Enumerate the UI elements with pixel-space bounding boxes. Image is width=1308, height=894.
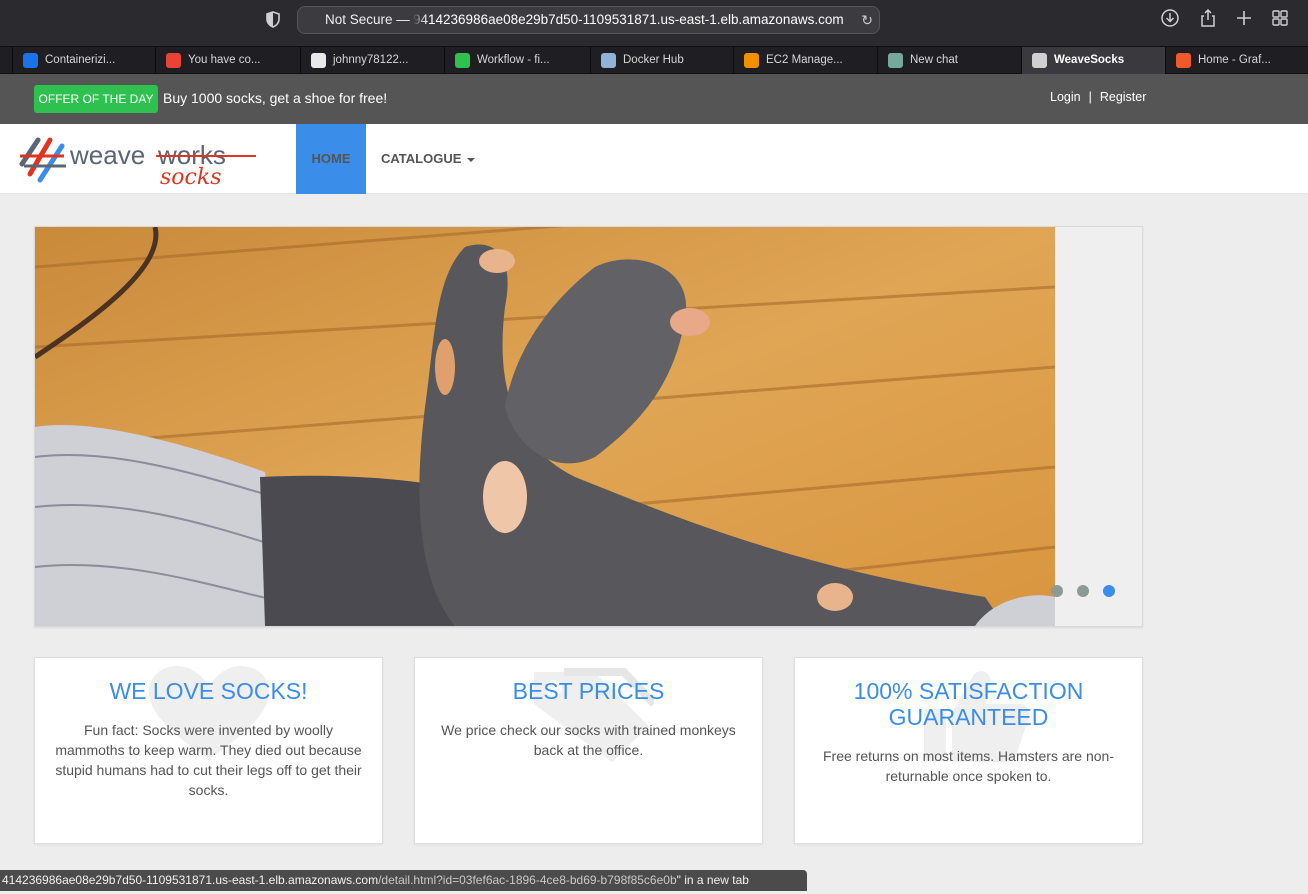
feature-text: Free returns on most items. Hamsters are… xyxy=(823,748,1114,784)
tab-favicon-icon xyxy=(166,53,181,68)
tab-favicon-icon xyxy=(23,53,38,68)
tab-favicon-icon xyxy=(1032,53,1047,68)
browser-toolbar: Not Secure — 9414236986ae08e29b7d50-1109… xyxy=(0,0,1308,46)
feature-text: Fun fact: Socks were invented by woolly … xyxy=(55,722,362,798)
browser-tab[interactable]: New chat xyxy=(877,47,1021,74)
tab-label: You have co... xyxy=(188,54,261,66)
register-link[interactable]: Register xyxy=(1100,90,1147,104)
security-label: Not Secure — xyxy=(325,12,410,27)
hero-carousel xyxy=(34,226,1143,627)
feature-title: BEST PRICES xyxy=(512,678,665,704)
carousel-dot[interactable] xyxy=(1103,585,1115,597)
download-icon[interactable] xyxy=(1158,8,1182,32)
feature-box-love-socks: WE LOVE SOCKS! Fun fact: Socks were inve… xyxy=(34,657,383,844)
tab-label: EC2 Manage... xyxy=(766,54,843,66)
privacy-shield-icon[interactable] xyxy=(266,11,280,28)
tab-favicon-icon xyxy=(744,53,759,68)
offer-of-the-day-button[interactable]: OFFER OF THE DAY xyxy=(34,85,158,113)
feature-box-best-prices: BEST PRICES We price check our socks wit… xyxy=(414,657,763,844)
status-suffix: " in a new tab xyxy=(676,873,749,887)
tab-bar: Containerizi... You have co... johnny78122… xyxy=(0,46,1308,74)
reload-icon[interactable]: ↻ xyxy=(861,7,873,33)
browser-tab[interactable]: Docker Hub xyxy=(590,47,733,74)
hero-image-worn-socks[interactable] xyxy=(35,227,1055,626)
offer-bar: OFFER OF THE DAY Buy 1000 socks, get a s… xyxy=(0,74,1308,124)
nav-home-tab[interactable]: HOME xyxy=(296,124,366,194)
account-links: Login | Register xyxy=(1050,90,1146,104)
browser-tab[interactable]: Containerizi... xyxy=(12,47,155,74)
tab-favicon-icon xyxy=(601,53,616,68)
browser-tab[interactable]: Home - Graf... xyxy=(1165,47,1308,74)
link-status-bar: 414236986ae08e29b7d50-1109531871.us-east… xyxy=(0,870,807,891)
offer-text: Buy 1000 socks, get a shoe for free! xyxy=(163,90,388,106)
carousel-dot[interactable] xyxy=(1051,585,1063,597)
carousel-dot[interactable] xyxy=(1077,585,1089,597)
nav-catalogue-dropdown[interactable]: CATALOGUE xyxy=(381,124,476,194)
tab-label: New chat xyxy=(910,54,958,66)
tab-label: Containerizi... xyxy=(45,54,116,66)
url-host: 9414236986ae08e29b7d50-1109531871.us-eas… xyxy=(413,12,844,27)
tab-label: Docker Hub xyxy=(623,54,684,66)
browser-tab[interactable]: Workflow - fi... xyxy=(444,47,590,74)
tab-favicon-icon xyxy=(888,53,903,68)
browser-tab[interactable]: WeaveSocks xyxy=(1021,47,1165,74)
logo-mark-icon xyxy=(19,137,66,183)
nav-catalogue-label: CATALOGUE xyxy=(381,151,462,166)
feature-title: WE LOVE SOCKS! xyxy=(109,678,308,704)
feature-text: We price check our socks with trained mo… xyxy=(441,722,736,758)
tab-favicon-icon xyxy=(455,53,470,68)
tab-label: Home - Graf... xyxy=(1198,54,1271,66)
browser-tab[interactable]: johnny78122... xyxy=(300,47,444,74)
new-tab-icon[interactable] xyxy=(1232,8,1256,32)
logo-text-socks: socks xyxy=(160,165,221,186)
caret-down-icon xyxy=(467,157,476,162)
browser-tab[interactable]: EC2 Manage... xyxy=(733,47,877,74)
weaveworks-socks-logo[interactable]: weave works socks xyxy=(18,134,258,186)
tab-label: Workflow - fi... xyxy=(477,54,550,66)
tab-label: johnny78122... xyxy=(333,54,409,66)
feature-box-satisfaction: 100% SATISFACTION GUARANTEED Free return… xyxy=(794,657,1143,844)
status-path: /detail.html?id=03fef6ac-1896-4ce8-bd69-… xyxy=(378,873,677,887)
link-separator: | xyxy=(1088,90,1092,104)
tab-label: WeaveSocks xyxy=(1054,54,1125,66)
login-link[interactable]: Login xyxy=(1050,90,1081,104)
site-navbar: weave works socks HOME CATALOGUE xyxy=(0,124,1308,194)
tab-overview-icon[interactable] xyxy=(1268,8,1292,32)
tab-favicon-icon xyxy=(1176,53,1191,68)
status-host: 414236986ae08e29b7d50-1109531871.us-east… xyxy=(2,873,379,887)
logo-text-weave: weave xyxy=(69,140,145,170)
feature-title: 100% SATISFACTION GUARANTEED xyxy=(853,678,1084,730)
address-bar[interactable]: Not Secure — 9414236986ae08e29b7d50-1109… xyxy=(297,6,880,34)
browser-tab[interactable]: You have co... xyxy=(155,47,300,74)
tab-favicon-icon xyxy=(311,53,326,68)
share-icon[interactable] xyxy=(1196,8,1220,32)
